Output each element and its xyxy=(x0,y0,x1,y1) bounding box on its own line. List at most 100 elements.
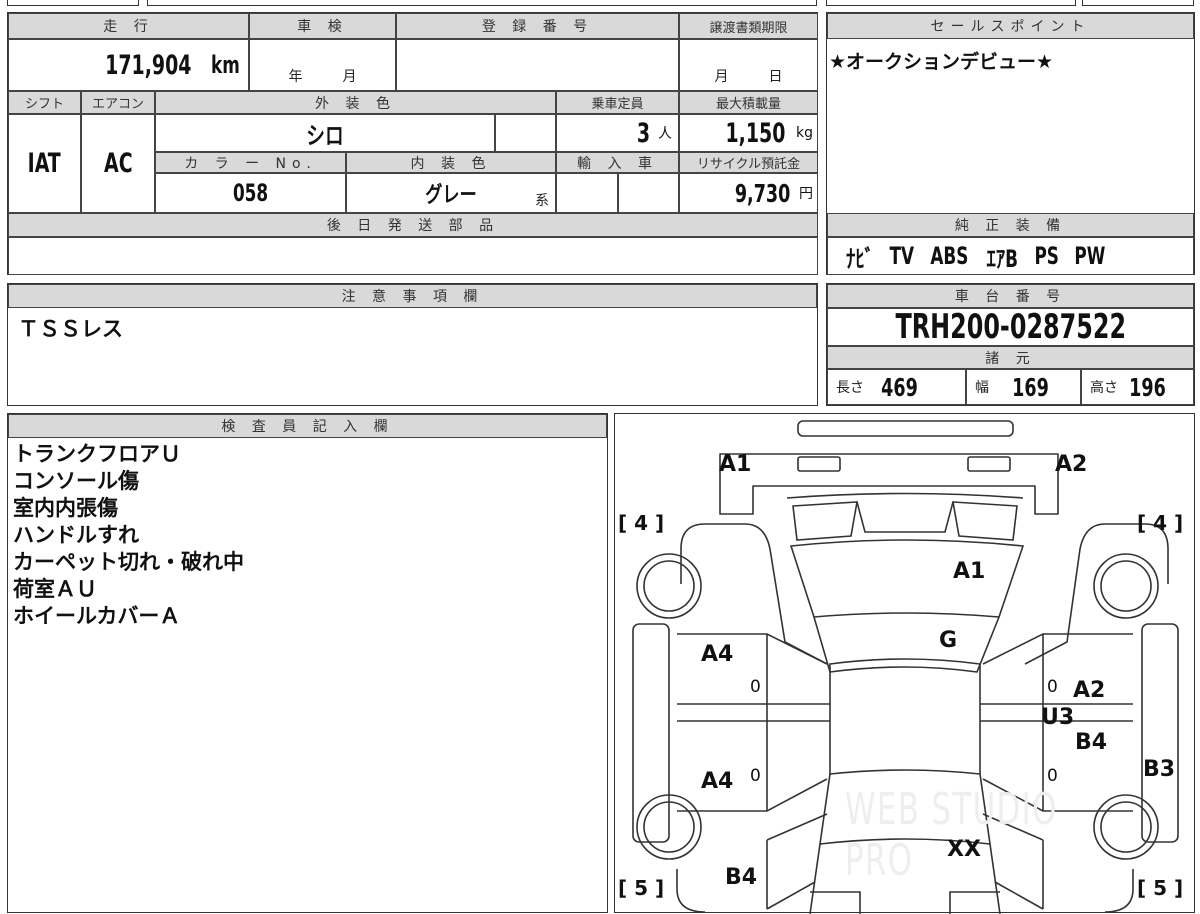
equipment-list: ﾅﾋﾞ TV ABS ｴｱB PS PW xyxy=(827,237,1194,275)
height-label: 高さ xyxy=(1090,380,1118,396)
equipment-item: ｴｱB xyxy=(986,244,1019,273)
max-load-unit: kg xyxy=(796,125,813,141)
max-load-label: 最大積載量 xyxy=(679,91,818,114)
later-parts-value xyxy=(8,237,818,275)
tire-tread-rear-left: [ 5 ] xyxy=(618,876,665,900)
aircon-text: AC xyxy=(103,148,133,179)
exterior-color-value: シロ xyxy=(155,114,495,152)
inspector-note: トランクフロアＵ xyxy=(13,442,181,466)
aircon-label: エアコン xyxy=(81,91,155,114)
interior-color-suffix: 系 xyxy=(535,193,549,209)
recycle-fee-label: リサイクル預託金 xyxy=(679,152,818,173)
notes-label: 注 意 事 項 欄 xyxy=(8,284,817,308)
transfer-deadline-value: 月日 xyxy=(679,39,818,91)
exterior-color-label: 外 装 色 xyxy=(155,91,556,114)
inspection-value: 年月 xyxy=(249,39,396,91)
zero-mark: 0 xyxy=(750,766,761,786)
month-unit: 月 xyxy=(342,69,357,85)
length-label: 長さ xyxy=(836,380,864,396)
damage-mark: A4 xyxy=(701,769,734,794)
vehicle-info-table: 走 行 車 検 登 録 番 号 譲渡書類期限 171,904 km 年月 月日 シ… xyxy=(7,12,818,275)
chassis-label: 車 台 番 号 xyxy=(827,284,1194,308)
damage-mark: B4 xyxy=(725,865,758,890)
mileage-unit: km xyxy=(211,51,240,79)
recycle-fee-value: 9,730 円 xyxy=(679,173,818,213)
imported-value-2 xyxy=(618,173,679,213)
sales-point-section: セールスポイント ★オークションデビュー★ 純 正 装 備 ﾅﾋﾞ TV ABS… xyxy=(826,12,1195,275)
inspector-note: 荷室ＡＵ xyxy=(13,577,97,601)
imported-label: 輸 入 車 xyxy=(556,152,679,173)
mileage-label: 走 行 xyxy=(8,13,249,39)
shift-label: シフト xyxy=(8,91,81,114)
capacity-unit: 人 xyxy=(658,126,672,142)
spec-height: 高さ 196 xyxy=(1081,369,1194,405)
equipment-item: ﾅﾋﾞ xyxy=(845,244,875,273)
mileage-number: 171,904 xyxy=(104,49,191,81)
inspector-note: ホイールカバーＡ xyxy=(13,604,181,628)
sales-point-label: セールスポイント xyxy=(827,13,1194,39)
tire-tread-front-right: [ 4 ] xyxy=(1137,511,1184,535)
width-label: 幅 xyxy=(975,380,989,396)
interior-color-value: グレー 系 xyxy=(346,173,556,213)
inspector-note: カーペット切れ・破れ中 xyxy=(13,550,244,574)
equipment-item: TV xyxy=(889,242,914,270)
damage-mark: A2 xyxy=(1073,678,1106,703)
top-strip-cell xyxy=(826,0,1076,6)
inspector-note: 室内内張傷 xyxy=(13,496,118,520)
inspector-note: コンソール傷 xyxy=(13,469,139,493)
max-load-value: 1,150 kg xyxy=(679,114,818,152)
exterior-color-extra xyxy=(495,114,556,152)
spec-length: 長さ 469 xyxy=(827,369,966,405)
capacity-number: 3 xyxy=(636,117,651,149)
max-load-number: 1,150 xyxy=(725,117,786,149)
exterior-color-text: シロ xyxy=(306,121,344,150)
notes-text: ＴＳＳレス xyxy=(18,317,123,341)
damage-mark: B4 xyxy=(1075,730,1108,755)
recycle-fee-number: 9,730 xyxy=(734,178,791,208)
top-strip-cell xyxy=(1082,0,1194,6)
shift-value: IAT xyxy=(8,114,81,213)
damage-mark: A1 xyxy=(953,559,986,584)
color-no-label: カ ラ ー No. xyxy=(155,152,346,173)
inspector-note: ハンドルすれ xyxy=(13,523,139,547)
interior-color-text: グレー xyxy=(425,183,477,208)
color-no-value: 058 xyxy=(155,173,346,213)
height-value: 196 xyxy=(1129,372,1166,402)
equipment-label: 純 正 装 備 xyxy=(827,213,1194,237)
month-unit: 月 xyxy=(714,69,729,85)
inspector-label: 検 査 員 記 入 欄 xyxy=(8,414,607,438)
imported-value xyxy=(556,173,618,213)
chassis-section: 車 台 番 号 TRH200-0287522 諸 元 長さ 469 幅 169 高さ… xyxy=(826,283,1195,406)
sales-point-text: ★オークションデビュー★ xyxy=(829,51,1054,73)
interior-color-label: 内 装 色 xyxy=(346,152,556,173)
spec-width: 幅 169 xyxy=(966,369,1081,405)
damage-mark: XX xyxy=(947,837,981,862)
tire-tread-front-left: [ 4 ] xyxy=(618,511,665,535)
inspector-section: 検 査 員 記 入 欄 トランクフロアＵ コンソール傷 室内内張傷 ハンドルすれ… xyxy=(7,413,608,913)
shift-text: IAT xyxy=(27,148,62,179)
zero-mark: 0 xyxy=(1047,677,1058,697)
color-no-text: 058 xyxy=(232,179,269,207)
inspector-notes-list: トランクフロアＵ コンソール傷 室内内張傷 ハンドルすれ カーペット切れ・破れ中… xyxy=(13,441,244,630)
chassis-number: TRH200-0287522 xyxy=(895,308,1126,346)
top-strip-cell xyxy=(147,0,817,6)
zero-mark: 0 xyxy=(750,677,761,697)
width-value: 169 xyxy=(1012,372,1049,402)
registration-label: 登 録 番 号 xyxy=(396,13,679,39)
damage-mark: U3 xyxy=(1041,705,1075,730)
recycle-fee-unit: 円 xyxy=(799,186,813,202)
aircon-value: AC xyxy=(81,114,155,213)
damage-mark: A2 xyxy=(1055,452,1088,477)
mileage-value: 171,904 km xyxy=(8,39,249,91)
chassis-value: TRH200-0287522 xyxy=(827,308,1194,346)
damage-diagram: WEB STUDIO PRO A1 A2 A1 G A4 A4 A2 U3 B4… xyxy=(614,413,1195,914)
top-strip-cell xyxy=(7,0,139,6)
watermark: WEB STUDIO PRO xyxy=(845,784,1058,886)
capacity-label: 乗車定員 xyxy=(556,91,679,114)
length-value: 469 xyxy=(881,372,918,402)
registration-value xyxy=(396,39,679,91)
damage-mark: A1 xyxy=(719,452,752,477)
specs-label: 諸 元 xyxy=(827,346,1194,369)
equipment-item: ABS xyxy=(930,242,969,270)
inspection-label: 車 検 xyxy=(249,13,396,39)
